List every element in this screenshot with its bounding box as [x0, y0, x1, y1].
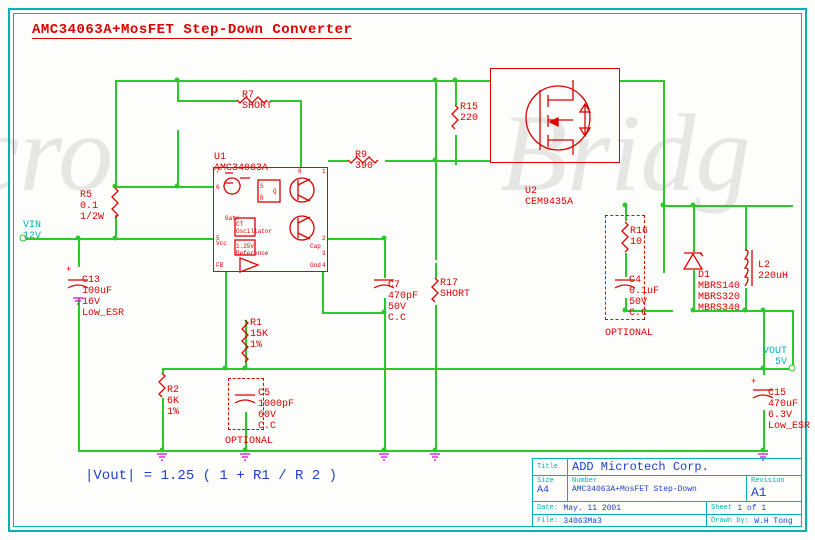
c13-label: C13100uF16VLow_ESR — [82, 275, 124, 319]
schematic-canvas: icro Bridg AMC34063A+MosFET Step-Down Co… — [0, 0, 815, 540]
mosfet-u2 — [490, 68, 620, 163]
optional-label-2: OPTIONAL — [225, 436, 273, 447]
optional-label-1: OPTIONAL — [605, 328, 653, 339]
c15-label: C15470uF6.3VLow_ESR — [768, 388, 810, 432]
r9-label: R9390 — [355, 150, 373, 172]
r16-label: R1610 — [630, 226, 648, 248]
vout-terminal — [789, 365, 796, 372]
title-block: Title ADD Microtech Corp. Size A4 Number… — [532, 458, 802, 527]
c4-label: C40.1uF50VC.C — [629, 275, 659, 319]
d1-label: D1MBRS140MBRS320MBRS340 — [698, 270, 740, 314]
r2-label: R26K1% — [167, 385, 179, 418]
schematic-title: AMC34063A+MosFET Step-Down Converter — [32, 22, 352, 39]
c5-label: C51000pF60VC.C — [258, 388, 294, 432]
formula: |Vout| = 1.25 ( 1 + R1 / R 2 ) — [85, 468, 337, 484]
r5-label: R50.11/2W — [80, 190, 104, 223]
c7-label: C7470pF50VC.C — [388, 280, 418, 324]
l2-label: L2220uH — [758, 260, 788, 282]
u2-label: U2CEM9435A — [525, 186, 573, 208]
r7-label: R7SHORT — [242, 90, 272, 112]
u1-label: U1AMC34063A — [214, 152, 268, 174]
vin-label: VIN12V — [23, 220, 41, 242]
r15-label: R15220 — [460, 102, 478, 124]
r17-label: R17SHORT — [440, 278, 470, 300]
r1-label: R115K1% — [250, 318, 268, 351]
vout-label: VOUT5V — [763, 346, 787, 368]
